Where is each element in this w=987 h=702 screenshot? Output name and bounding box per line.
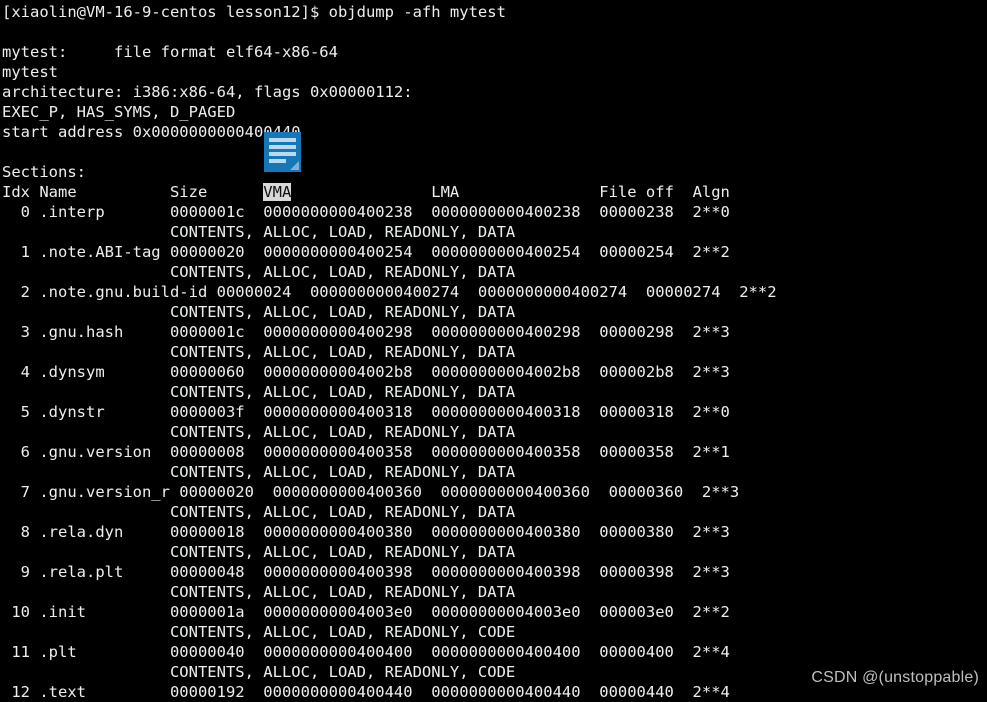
- section-flags-row: CONTENTS, ALLOC, LOAD, READONLY, DATA: [2, 583, 516, 601]
- section-row: 9 .rela.plt 00000048 0000000000400398 00…: [2, 563, 730, 581]
- section-flags-row: CONTENTS, ALLOC, LOAD, READONLY, DATA: [2, 223, 516, 241]
- section-row: 7 .gnu.version_r 00000020 00000000004003…: [2, 483, 740, 501]
- section-row: 0 .interp 0000001c 0000000000400238 0000…: [2, 203, 730, 221]
- section-flags-row: CONTENTS, ALLOC, LOAD, READONLY, DATA: [2, 423, 516, 441]
- section-flags-row: CONTENTS, ALLOC, LOAD, READONLY, CODE: [2, 663, 516, 681]
- column-header-post: LMA File off Algn: [291, 183, 730, 201]
- document-line-4: [269, 159, 286, 163]
- section-row: 4 .dynsym 00000060 00000000004002b8 0000…: [2, 363, 730, 381]
- document-line-2: [269, 145, 296, 149]
- document-line-1: [269, 138, 296, 142]
- objdump-flags-line: EXEC_P, HAS_SYMS, D_PAGED: [2, 103, 236, 121]
- section-row: 11 .plt 00000040 0000000000400400 000000…: [2, 643, 730, 661]
- sections-column-header: Idx Name Size VMA LMA File off Algn: [2, 182, 730, 202]
- document-line-3: [269, 152, 296, 156]
- sections-label: Sections:: [2, 163, 86, 181]
- section-row: 1 .note.ABI-tag 00000020 000000000040025…: [2, 243, 730, 261]
- section-flags-row: CONTENTS, ALLOC, LOAD, READONLY, DATA: [2, 503, 516, 521]
- document-drag-icon: [264, 132, 301, 172]
- section-row: 3 .gnu.hash 0000001c 0000000000400298 00…: [2, 323, 730, 341]
- objdump-file-format-line: mytest: file format elf64-x86-64: [2, 43, 338, 61]
- section-flags-row: CONTENTS, ALLOC, LOAD, READONLY, DATA: [2, 343, 516, 361]
- column-header-pre: Idx Name Size: [2, 183, 264, 201]
- objdump-start-address-line: start address 0x0000000000400440: [2, 123, 301, 141]
- section-flags-row: CONTENTS, ALLOC, LOAD, READONLY, DATA: [2, 383, 516, 401]
- section-row: 5 .dynstr 0000003f 0000000000400318 0000…: [2, 403, 730, 421]
- terminal-prompt-line: [xiaolin@VM-16-9-centos lesson12]$ objdu…: [2, 3, 506, 21]
- section-row: 2 .note.gnu.build-id 00000024 0000000000…: [2, 283, 777, 301]
- section-flags-row: CONTENTS, ALLOC, LOAD, READONLY, DATA: [2, 463, 516, 481]
- section-row: 6 .gnu.version 00000008 0000000000400358…: [2, 443, 730, 461]
- section-row: 10 .init 0000001a 00000000004003e0 00000…: [2, 603, 730, 621]
- objdump-architecture-line: architecture: i386:x86-64, flags 0x00000…: [2, 83, 413, 101]
- section-row: 12 .text 00000192 0000000000400440 00000…: [2, 683, 730, 701]
- section-flags-row: CONTENTS, ALLOC, LOAD, READONLY, DATA: [2, 303, 516, 321]
- objdump-file-name-line: mytest: [2, 63, 58, 81]
- csdn-watermark: CSDN @(unstoppable): [811, 669, 979, 686]
- column-header-vma-selected[interactable]: VMA: [263, 183, 292, 201]
- terminal-window[interactable]: [xiaolin@VM-16-9-centos lesson12]$ objdu…: [0, 0, 987, 702]
- document-fold-corner: [290, 161, 299, 170]
- section-flags-row: CONTENTS, ALLOC, LOAD, READONLY, DATA: [2, 263, 516, 281]
- section-flags-row: CONTENTS, ALLOC, LOAD, READONLY, CODE: [2, 623, 516, 641]
- section-row: 8 .rela.dyn 00000018 0000000000400380 00…: [2, 523, 730, 541]
- section-flags-row: CONTENTS, ALLOC, LOAD, READONLY, DATA: [2, 543, 516, 561]
